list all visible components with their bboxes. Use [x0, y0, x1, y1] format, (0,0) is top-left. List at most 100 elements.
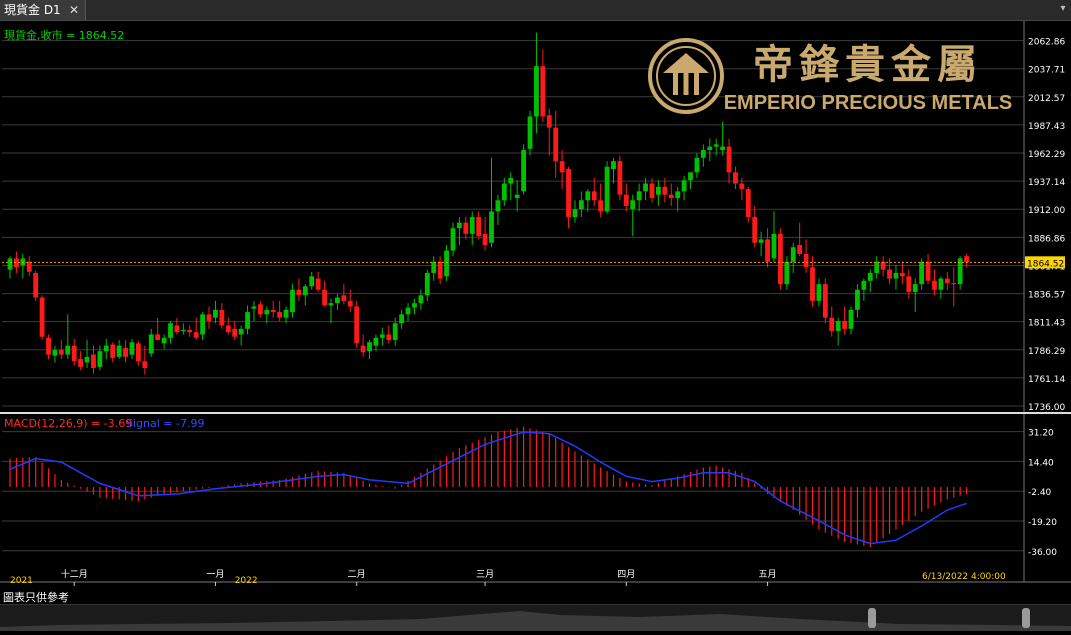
candle-body: [797, 245, 803, 254]
candle-body: [322, 289, 327, 306]
price-tick-label: 2012.57: [1028, 94, 1065, 104]
candle-body: [482, 233, 488, 246]
chart-area[interactable]: 2062.86 2037.71 2012.57 1987.43 1962.29 1937.…: [0, 21, 1071, 604]
x-tick-label: 二月: [348, 569, 366, 580]
x-year-label: 2021: [10, 576, 33, 586]
candle-body: [257, 304, 263, 315]
candle-body: [765, 239, 770, 262]
candle-body: [700, 149, 706, 158]
price-tick-label: 1962.29: [1028, 150, 1065, 160]
scrollbar-left-handle[interactable]: [868, 608, 876, 628]
candle-body: [296, 289, 302, 296]
candle-body: [180, 329, 186, 332]
candle-body: [142, 361, 148, 368]
logo-chinese-name: 帝鋒貴金屬: [753, 41, 983, 88]
chart-tab[interactable]: 現貨金 D1 ✕: [0, 0, 86, 20]
candle-body: [206, 314, 212, 322]
candle-body: [155, 334, 161, 341]
candle-body: [71, 345, 77, 362]
x-tick-label: 四月: [617, 569, 635, 580]
candle-body: [559, 161, 565, 173]
candle-body: [636, 191, 642, 201]
logo-emblem-pillar: [694, 73, 699, 95]
scrollbar-right-handle[interactable]: [1022, 608, 1030, 628]
candle-body: [431, 261, 437, 273]
candle-body: [495, 200, 501, 212]
candle-body: [148, 334, 154, 354]
candle-body: [123, 347, 128, 357]
candle-body: [874, 261, 880, 273]
signal-line: [9, 431, 967, 545]
candle-body: [829, 317, 835, 332]
macd-tick-label: 14.40: [1028, 458, 1054, 468]
candle-body: [752, 217, 758, 243]
candle-body: [129, 342, 135, 355]
signal-line-path: [9, 431, 967, 545]
candle-body: [585, 191, 591, 201]
candle-body: [437, 261, 443, 279]
candle-body: [758, 239, 764, 243]
candle-body: [919, 261, 925, 285]
candle-body: [745, 189, 751, 218]
candle-body: [347, 300, 353, 307]
price-tick-label: 2062.86: [1028, 38, 1065, 48]
candle-body: [232, 328, 238, 337]
candle-body: [932, 280, 937, 290]
candle-body: [225, 325, 231, 333]
candle-body: [213, 309, 218, 318]
candle-body: [444, 250, 449, 277]
candle-body: [200, 314, 205, 335]
chart-scrollbar[interactable]: [0, 604, 1071, 631]
candle-body: [855, 289, 860, 310]
candle-body: [546, 115, 552, 128]
candle-body: [245, 312, 250, 329]
candle-body: [14, 258, 19, 268]
candle-body: [91, 354, 96, 368]
candle-body: [925, 261, 931, 281]
candle-body: [373, 337, 379, 346]
last-price-tag-label: 1864.52: [1027, 259, 1064, 269]
candle-body: [611, 161, 616, 169]
close-icon[interactable]: ✕: [69, 0, 79, 20]
candle-body: [418, 295, 424, 304]
last-bar-timestamp: 6/13/2022 4:00:00: [922, 572, 1006, 582]
candle-body: [309, 276, 315, 287]
logo-english-name: EMPERIO PRECIOUS METALS: [724, 92, 1013, 114]
candle-body: [187, 329, 193, 333]
candle-body: [572, 209, 578, 218]
logo-emblem-pillar: [673, 73, 678, 95]
price-tick-label: 1912.00: [1028, 206, 1065, 216]
candle-body: [688, 172, 693, 181]
candle-body: [630, 200, 636, 210]
signal-label: Signal = -7.99: [126, 417, 204, 430]
price-tick-label: 2037.71: [1028, 66, 1065, 76]
candle-body: [386, 334, 392, 341]
scrollbar-overview: [0, 611, 1071, 631]
candle-body: [649, 183, 655, 199]
chart-tab-label: 現貨金 D1: [4, 3, 61, 17]
candle-body: [938, 278, 944, 290]
candle-body: [617, 161, 623, 195]
menu-chevron-icon[interactable]: ▾: [1057, 3, 1069, 15]
candle-body: [52, 350, 58, 356]
macd-tick-label: 31.20: [1028, 429, 1054, 439]
candle-body: [136, 343, 141, 362]
candle-body: [302, 286, 308, 296]
candle-body: [489, 211, 494, 243]
candle-body: [822, 284, 828, 318]
x-tick-label: 一月: [206, 569, 224, 580]
candle-body: [790, 247, 796, 262]
candle-body: [283, 309, 289, 318]
candle-body: [367, 342, 372, 352]
candle-body: [360, 345, 366, 353]
candle-body: [643, 183, 648, 192]
candle-body: [893, 272, 899, 279]
candle-body: [412, 303, 417, 308]
candle-body: [476, 217, 482, 237]
candle-body: [335, 297, 340, 304]
candle-body: [392, 323, 398, 341]
candle-body: [315, 278, 321, 290]
candle-body: [951, 283, 957, 285]
candle-body: [341, 295, 347, 301]
candle-body: [174, 325, 180, 333]
